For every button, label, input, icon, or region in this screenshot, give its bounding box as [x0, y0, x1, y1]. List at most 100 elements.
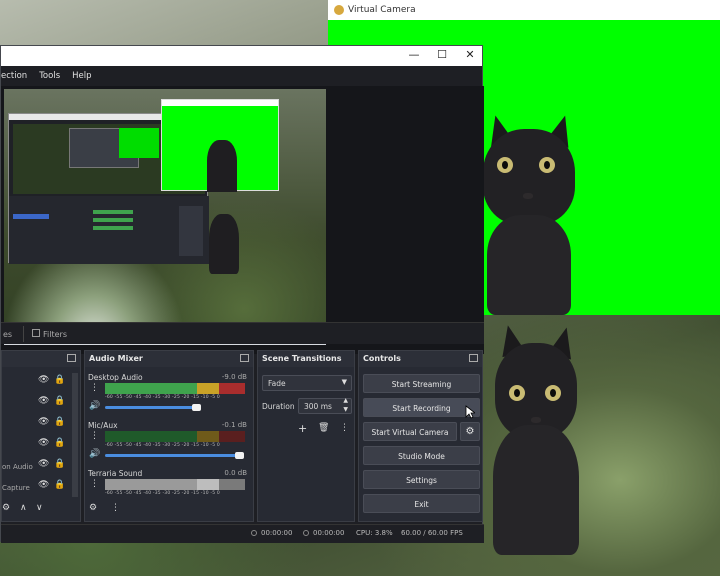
- meter-scale: -60 -55 -50 -45 -40 -35 -30 -25 -20 -15 …: [105, 443, 220, 448]
- lock-icon[interactable]: 🔒: [54, 438, 65, 448]
- start-streaming-button[interactable]: Start Streaming: [363, 374, 480, 393]
- stepper-up-icon[interactable]: ▲: [343, 397, 348, 404]
- volume-slider-handle[interactable]: [192, 404, 201, 411]
- preview-canvas: [4, 89, 326, 345]
- controls-dock: Controls Start Streaming Start Recording…: [358, 350, 483, 522]
- start-recording-button[interactable]: Start Recording: [363, 398, 480, 417]
- transition-value: Fade: [268, 379, 286, 388]
- program-preview[interactable]: [1, 86, 484, 354]
- obs-app-icon: [334, 5, 344, 15]
- mouse-cursor-icon: [465, 405, 475, 419]
- move-up-icon[interactable]: ∧: [20, 503, 27, 513]
- eye-icon[interactable]: 👁: [38, 438, 49, 448]
- record-status-icon: [303, 530, 309, 536]
- source-item-audio[interactable]: on Audio: [2, 463, 33, 471]
- controls-title: Controls: [359, 351, 482, 367]
- dock-tabs-row: es Filters: [1, 322, 484, 344]
- exit-button[interactable]: Exit: [363, 494, 480, 513]
- eye-hidden-icon[interactable]: 👁: [38, 480, 49, 490]
- eye-hidden-icon[interactable]: 👁: [38, 459, 49, 469]
- mixer-settings-icon[interactable]: ⚙: [89, 503, 97, 513]
- float-icon[interactable]: [67, 354, 76, 362]
- lock-icon[interactable]: 🔒: [54, 459, 65, 469]
- stepper-down-icon[interactable]: ▼: [343, 406, 348, 413]
- scene-transitions-title: Scene Transitions: [258, 351, 354, 367]
- menu-tools[interactable]: Tools: [39, 70, 60, 81]
- fps-readout: 60.00 / 60.00 FPS: [401, 529, 463, 537]
- stream-time: 00:00:00: [261, 529, 293, 537]
- source-item-capture[interactable]: Capture: [2, 484, 30, 492]
- desktop-audio-volume-slider[interactable]: [105, 406, 197, 409]
- sources-dock: on Audio Capture 👁 👁 👁 👁 👁 👁 🔒 🔒 🔒 🔒 🔒 🔒…: [1, 350, 81, 522]
- mic-aux-volume-slider[interactable]: [105, 454, 240, 457]
- screen: Virtual Camera — ☐ ✕ ection Tools Help e…: [0, 0, 720, 576]
- duration-label: Duration: [262, 402, 295, 411]
- track-db: -9.0 dB: [221, 373, 247, 381]
- speaker-icon[interactable]: 🔊: [89, 449, 100, 459]
- tab-filters[interactable]: Filters: [43, 330, 67, 339]
- meter-scale: -60 -55 -50 -45 -40 -35 -30 -25 -20 -15 …: [105, 395, 220, 400]
- lock-icon[interactable]: 🔒: [54, 396, 65, 406]
- status-bar: 00:00:00 00:00:00 CPU: 3.8% 60.00 / 60.0…: [1, 524, 484, 543]
- track-menu-icon[interactable]: ⋮: [88, 383, 100, 397]
- mixer-menu-icon[interactable]: ⋮: [111, 503, 120, 513]
- track-menu-icon[interactable]: ⋮: [88, 431, 100, 445]
- close-button[interactable]: ✕: [459, 48, 481, 61]
- sources-scrollbar[interactable]: [72, 373, 78, 497]
- audio-mixer-title: Audio Mixer: [85, 351, 253, 367]
- lock-icon[interactable]: 🔒: [54, 480, 65, 490]
- cat-video: [483, 112, 578, 315]
- obs-titlebar: — ☐ ✕: [1, 46, 482, 66]
- lock-icon[interactable]: 🔒: [54, 375, 65, 385]
- track-menu-icon[interactable]: ⋮: [88, 479, 100, 493]
- virtual-camera-settings-gear-icon[interactable]: ⚙: [460, 422, 480, 441]
- duration-value: 300 ms: [304, 402, 332, 411]
- duration-input[interactable]: 300 ms ▲ ▼: [298, 397, 352, 414]
- track-name: Terraria Sound: [88, 469, 143, 478]
- track-name: Mic/Aux: [88, 421, 118, 430]
- tab-sources[interactable]: es: [3, 330, 12, 339]
- menu-help[interactable]: Help: [72, 70, 91, 81]
- trash-icon[interactable]: 🗑: [318, 423, 329, 433]
- virtual-camera-title: Virtual Camera: [348, 5, 416, 15]
- track-db: 0.0 dB: [224, 469, 247, 477]
- stream-status-icon: [251, 530, 257, 536]
- audio-mixer-dock: Audio Mixer Desktop Audio -9.0 dB ⋮ -60 …: [84, 350, 254, 522]
- minimize-button[interactable]: —: [403, 48, 425, 61]
- lock-icon[interactable]: 🔒: [54, 417, 65, 427]
- desktop-cat-image: [483, 315, 720, 576]
- volume-slider-handle[interactable]: [235, 452, 244, 459]
- nested-virtual-camera: [161, 99, 279, 192]
- mic-aux-meter: [105, 431, 245, 442]
- meter-scale: -60 -55 -50 -45 -40 -35 -30 -25 -20 -15 …: [105, 491, 220, 496]
- terraria-sound-meter: [105, 479, 245, 490]
- eye-hidden-icon[interactable]: 👁: [38, 396, 49, 406]
- sources-dock-title: [2, 351, 80, 367]
- virtual-camera-titlebar: Virtual Camera: [328, 0, 720, 20]
- scene-transitions-dock: Scene Transitions Fade ▼ Duration 300 ms…: [257, 350, 355, 522]
- settings-gear-icon[interactable]: ⚙: [2, 503, 10, 513]
- cpu-usage: CPU: 3.8%: [356, 529, 393, 537]
- chevron-down-icon: ▼: [341, 378, 347, 386]
- obs-window: — ☐ ✕ ection Tools Help es Filters on Au…: [0, 45, 484, 543]
- float-icon[interactable]: [240, 354, 249, 362]
- desktop-audio-meter: [105, 383, 245, 394]
- settings-button[interactable]: Settings: [363, 470, 480, 489]
- eye-icon[interactable]: 👁: [38, 375, 49, 385]
- speaker-icon[interactable]: 🔊: [89, 401, 100, 411]
- track-name: Desktop Audio: [88, 373, 143, 382]
- record-time: 00:00:00: [313, 529, 345, 537]
- transition-menu-icon[interactable]: ⋮: [340, 423, 349, 433]
- maximize-button[interactable]: ☐: [431, 48, 453, 61]
- track-db: -0.1 dB: [221, 421, 247, 429]
- float-icon[interactable]: [469, 354, 478, 362]
- menu-scene-collection[interactable]: ection: [1, 70, 27, 81]
- transition-select[interactable]: Fade ▼: [262, 375, 352, 391]
- eye-hidden-icon[interactable]: 👁: [38, 417, 49, 427]
- move-down-icon[interactable]: ∨: [36, 503, 43, 513]
- filters-icon: [32, 329, 40, 337]
- add-transition-icon[interactable]: +: [298, 422, 307, 435]
- menu-bar: ection Tools Help: [1, 66, 482, 84]
- start-virtual-camera-button[interactable]: Start Virtual Camera: [363, 422, 457, 441]
- studio-mode-button[interactable]: Studio Mode: [363, 446, 480, 465]
